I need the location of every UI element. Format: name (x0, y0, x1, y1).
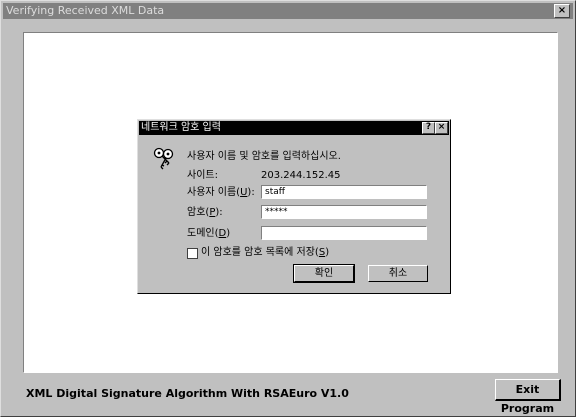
username-label: 사용자 이름(U): (187, 187, 255, 198)
password-field[interactable]: ***** (261, 205, 427, 219)
window-close-button[interactable]: × (554, 4, 570, 18)
key-icon (153, 147, 174, 170)
save-password-checkbox[interactable] (187, 248, 198, 259)
window-titlebar[interactable]: Verifying Received XML Data × (3, 3, 573, 19)
dialog-titlebar[interactable]: 네트워크 암호 입력 ? × (139, 121, 449, 135)
username-field[interactable]: staff (261, 185, 427, 199)
dialog-help-button[interactable]: ? (422, 122, 435, 134)
exit-program-button[interactable]: Exit Program (495, 379, 561, 415)
domain-field[interactable] (261, 226, 427, 240)
domain-label: 도메인(D) (187, 228, 231, 239)
ok-button[interactable]: 확인 (293, 264, 355, 283)
dialog-prompt: 사용자 이름 및 암호를 입력하십시오. (187, 151, 341, 162)
site-label: 사이트: (187, 170, 218, 181)
site-value: 203.244.152.45 (261, 170, 341, 181)
dialog-close-button[interactable]: × (435, 122, 448, 134)
network-password-dialog: 네트워크 암호 입력 ? × 사용자 이름 및 암호를 입력하십시오. 사이트:… (137, 119, 451, 294)
password-label: 암호(P): (187, 207, 223, 218)
save-password-label[interactable]: 이 암호를 암호 목록에 저장(S) (201, 247, 329, 259)
window-title: Verifying Received XML Data (6, 4, 165, 17)
cancel-button[interactable]: 취소 (368, 265, 428, 282)
status-text: XML Digital Signature Algorithm With RSA… (26, 387, 349, 400)
dialog-title: 네트워크 암호 입력 (141, 122, 221, 133)
